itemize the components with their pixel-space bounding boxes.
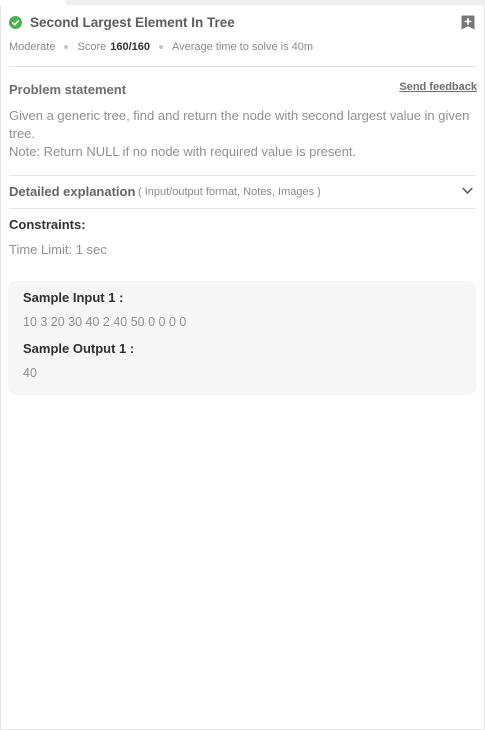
difficulty-badge: Moderate <box>9 41 56 53</box>
constraints-heading: Constraints: <box>9 217 86 232</box>
time-limit: Time Limit: 1 sec <box>9 242 107 257</box>
chevron-down-icon[interactable] <box>462 187 473 195</box>
sample-box: Sample Input 1 : 10 3 20 30 40 2 40 50 0… <box>8 281 476 395</box>
score-value: 160/160 <box>110 41 150 53</box>
sample-output-value: 40 <box>23 366 37 380</box>
problem-statement-heading: Problem statement <box>9 82 127 97</box>
problem-statement-text: Given a generic tree, find and return th… <box>9 107 475 161</box>
bookmark-add-icon[interactable] <box>461 15 475 30</box>
problem-header: Second Largest Element In Tree <box>9 15 477 34</box>
separator-dot <box>64 45 69 49</box>
sample-output-label: Sample Output 1 : <box>23 341 135 356</box>
sample-input-value: 10 3 20 30 40 2 40 50 0 0 0 0 <box>23 315 187 329</box>
send-feedback-link[interactable]: Send feedback <box>399 81 477 93</box>
average-time: Average time to solve is 40m <box>172 41 314 53</box>
detailed-explanation-sublabel: ( Input/output format, Notes, Images ) <box>138 186 321 198</box>
detailed-explanation-toggle[interactable]: Detailed explanation ( Input/output form… <box>9 176 476 208</box>
separator-dot <box>159 45 163 49</box>
detailed-explanation-label: Detailed explanation <box>9 184 136 199</box>
divider <box>9 66 476 67</box>
statement-line: Given a generic tree, find and return th… <box>9 108 470 141</box>
score-label: Score <box>77 41 107 53</box>
sample-input-label: Sample Input 1 : <box>23 290 124 305</box>
problem-meta: Moderate Score 160/160 Average time to s… <box>9 41 313 53</box>
statement-note: Note: Return NULL if no node with requir… <box>9 144 357 159</box>
check-circle-icon <box>9 16 22 29</box>
divider <box>9 208 476 209</box>
problem-title: Second Largest Element In Tree <box>30 15 235 30</box>
